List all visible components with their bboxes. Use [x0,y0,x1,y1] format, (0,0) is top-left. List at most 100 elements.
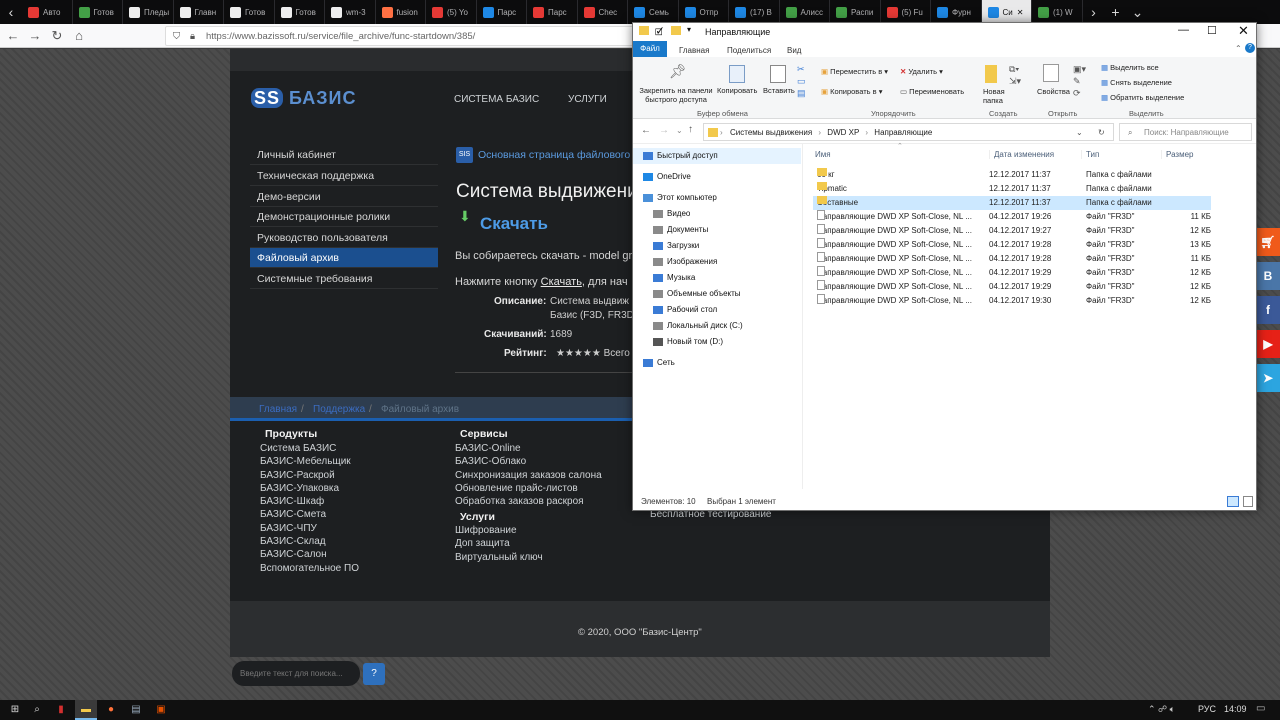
browser-tab[interactable]: Алисс [780,0,830,24]
topnav-sistema-bazis[interactable]: СИСТЕМА БАЗИС [454,94,539,105]
new-folder-button[interactable]: Новая папка [983,87,1013,105]
close-icon[interactable]: ✕ [1238,23,1249,39]
file-row[interactable]: Направляющие DWD XP Soft-Close, NL ... 04… [813,266,1211,280]
save-qat-icon[interactable]: 🗹 [655,25,663,41]
footer-usluga-link[interactable]: Шифрование [455,525,543,538]
path-bar[interactable]: › Системы выдвижения › DWD XP › Направля… [703,123,1114,141]
app-window-icon[interactable]: ▤ [125,700,147,720]
browser-tab[interactable]: Си ✕ [981,0,1032,24]
footer-service-link[interactable]: Синхронизация заказов салона [455,470,602,483]
column-type[interactable]: Тип [1081,150,1099,159]
pin-button[interactable]: Закрепить на панели быстрого доступа [635,86,717,104]
back-icon[interactable]: ← [641,125,651,136]
tab-share[interactable]: Поделиться [727,44,771,57]
browser-tab[interactable]: Главн [174,0,224,24]
open-edit-history-icons[interactable]: ▣▾ ✎ ⟳ [1073,63,1086,99]
sidebar-item-support[interactable]: Техническая поддержка [250,166,438,186]
file-row[interactable]: 60 кг 12.12.2017 11:37 Папка с файлами [813,168,1211,182]
large-icons-view-icon[interactable] [1243,496,1253,507]
cart-social-icon[interactable]: 🛒︎ [1256,228,1280,256]
download-link[interactable]: Скачать [480,214,548,234]
scroll-right-icon[interactable]: › [1083,4,1105,20]
browser-tab[interactable]: Готов [275,0,325,24]
cut-copy-path-icons[interactable]: ✂ ▭ ▤ [797,63,806,99]
nav-item[interactable]: Документы [633,222,801,238]
footer-product-link[interactable]: БАЗИС-Смета [260,509,359,522]
app-red-icon[interactable]: ▮ [50,700,72,720]
nav-item[interactable]: Музыка [633,270,801,286]
column-size[interactable]: Размер [1161,150,1194,159]
footer-product-link[interactable]: Вспомогательное ПО [260,563,359,576]
footer-product-link[interactable]: БАЗИС-Шкаф [260,496,359,509]
search-icon[interactable]: ⌕ [26,700,48,720]
newfolder-qat-icon[interactable] [671,26,681,35]
telegram-icon[interactable]: ➤ [1256,364,1280,392]
topnav-uslugi[interactable]: УСЛУГИ [568,94,607,105]
nav-item[interactable]: Быстрый доступ [633,148,801,164]
close-tab-icon[interactable]: ✕ [1017,8,1024,17]
scroll-left-icon[interactable]: ‹ [0,4,22,20]
up-icon[interactable]: ↑ [688,124,693,135]
footer-product-link[interactable]: БАЗИС-Раскрой [260,470,359,483]
copy-button[interactable]: Копировать [717,86,757,95]
browser-tab[interactable]: Фурн [931,0,982,24]
path-dropdown-icon[interactable]: ⌄ [1076,124,1083,141]
nav-item[interactable]: Рабочий стол [633,302,801,318]
browser-tab[interactable]: Готов [73,0,123,24]
sidebar-item-requirements[interactable]: Системные требования [250,269,438,289]
browser-tab[interactable]: Отпр [679,0,729,24]
language-indicator[interactable]: РУС [1198,704,1216,714]
browser-tab[interactable]: Парс [527,0,578,24]
back-icon[interactable]: ← [4,27,22,45]
sidebar-item-manual[interactable]: Руководство пользователя [250,228,438,248]
browser-tab[interactable]: wm-3 [325,0,376,24]
help-icon[interactable]: ? [1245,43,1255,53]
footer-usluga-link[interactable]: Доп защита [455,538,543,551]
qat-dropdown-icon[interactable]: ▾ [687,25,691,34]
file-row[interactable]: Tipmatic 12.12.2017 11:37 Папка с файлами [813,182,1211,196]
browser-tab[interactable]: Готов [224,0,275,24]
footer-service-link[interactable]: Обработка заказов раскроя [455,496,602,509]
footer-usluga-link[interactable]: Виртуальный ключ [455,552,543,565]
address-bar[interactable]: ⛉ 🔒︎ https://www.bazissoft.ru/service/fi… [165,26,645,46]
nav-item[interactable]: Сеть [633,355,801,371]
archive-main-link[interactable]: Основная страница файлового ар [478,149,645,161]
details-view-icon[interactable] [1227,496,1239,507]
sidebar-item-file-archive[interactable]: Файловый архив [250,248,438,268]
nav-item[interactable]: OneDrive [633,169,801,185]
browser-tab[interactable]: (5) Fu [881,0,931,24]
nav-item[interactable]: Новый том (D:) [633,334,801,350]
path-segment[interactable]: Системы выдвижения [730,128,812,137]
file-row[interactable]: Направляющие DWD XP Soft-Close, NL ... 04… [813,280,1211,294]
new-tab-icon[interactable]: + [1105,4,1127,20]
browser-tab[interactable]: (17) В [729,0,780,24]
forward-icon[interactable]: → [26,27,44,45]
browser-tab[interactable]: Парс [477,0,527,24]
breadcrumb-home[interactable]: Главная [259,404,297,415]
tab-home[interactable]: Главная [679,44,709,57]
browser-tab[interactable]: Семь [628,0,679,24]
inline-download-link[interactable]: Скачать [541,276,582,288]
column-date[interactable]: Дата изменения [989,150,1054,159]
file-row[interactable]: Направляющие DWD XP Soft-Close, NL ... 04… [813,238,1211,252]
home-icon[interactable]: ⌂ [70,27,88,45]
clock[interactable]: 14:09 [1224,704,1247,714]
move-to-button[interactable]: ▣ Переместить в ▾ [821,67,888,76]
new-item-icons[interactable]: ⧉▾ ⇲▾ [1009,63,1021,87]
site-logo[interactable]: SS БАЗИС [251,88,356,109]
sidebar-item-account[interactable]: Личный кабинет [250,145,438,165]
nav-item[interactable]: Объемные объекты [633,286,801,302]
maximize-icon[interactable]: ☐ [1207,24,1217,37]
footer-service-link[interactable]: Обновление прайс-листов [455,483,602,496]
notifications-icon[interactable]: ▭ [1256,703,1265,714]
properties-button[interactable]: Свойства [1037,87,1070,96]
footer-product-link[interactable]: БАЗИС-ЧПУ [260,523,359,536]
browser-tab[interactable]: (1) W [1032,0,1083,24]
facebook-icon[interactable]: f [1256,296,1280,324]
delete-button[interactable]: ✕ Удалить ▾ [900,67,943,76]
app-orange-icon[interactable]: ▣ [150,700,172,720]
file-row[interactable]: Направляющие DWD XP Soft-Close, NL ... 04… [813,294,1211,308]
tab-file[interactable]: Файл [633,41,667,57]
vk-icon[interactable]: В [1256,262,1280,290]
browser-tab[interactable]: (5) Yo [426,0,477,24]
